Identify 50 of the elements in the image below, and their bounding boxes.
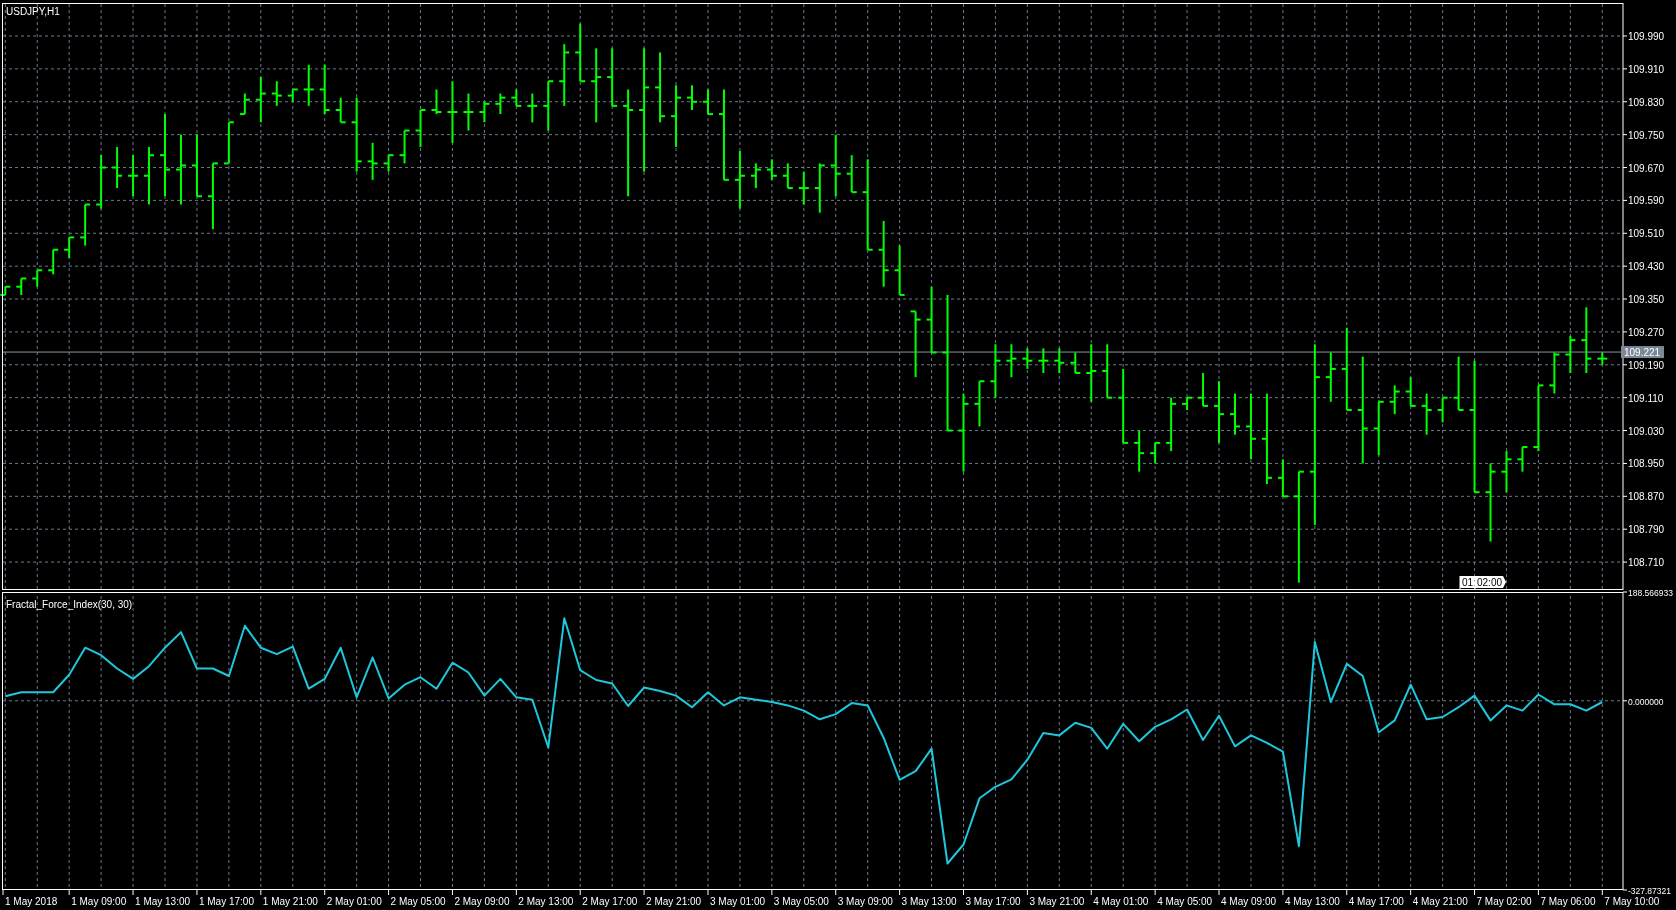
price-axis-label: 109.510 xyxy=(1628,228,1665,240)
symbol-label: USDJPY,H1 xyxy=(6,6,60,17)
price-axis-label: 108.870 xyxy=(1628,491,1665,503)
time-axis-label: 4 May 09:00 xyxy=(1221,896,1277,907)
time-axis-label: 3 May 01:00 xyxy=(710,896,766,907)
time-axis-label: 2 May 21:00 xyxy=(646,896,702,907)
price-axis-label: 109.190 xyxy=(1628,359,1665,371)
price-axis-label: 109.990 xyxy=(1628,31,1665,42)
price-axis-label: 109.430 xyxy=(1628,261,1665,273)
price-axis-label: 109.350 xyxy=(1628,294,1665,306)
time-axis-label: 7 May 10:00 xyxy=(1604,896,1660,907)
time-axis-label: 2 May 09:00 xyxy=(454,896,510,907)
time-axis-label: 3 May 13:00 xyxy=(901,896,957,907)
indicator-axis-label: -327.87321 xyxy=(1628,886,1671,896)
time-axis-label: 1 May 21:00 xyxy=(262,896,318,907)
time-axis-label: 4 May 13:00 xyxy=(1284,896,1340,907)
time-axis-label: 3 May 21:00 xyxy=(1029,896,1085,907)
price-axis-label: 109.030 xyxy=(1628,425,1665,437)
price-axis-label: 109.830 xyxy=(1628,96,1665,108)
time-axis-label: 1 May 2018 xyxy=(5,896,58,907)
time-axis-label: 1 May 09:00 xyxy=(71,896,127,907)
price-axis-label: 108.790 xyxy=(1628,524,1665,536)
time-axis-label: 2 May 17:00 xyxy=(582,896,638,907)
price-axis-label: 109.110 xyxy=(1628,392,1664,404)
price-axis-label: 109.910 xyxy=(1628,63,1665,75)
time-axis-label: 3 May 17:00 xyxy=(965,896,1021,907)
price-axis-label: 109.670 xyxy=(1628,162,1665,174)
time-axis-label: 1 May 13:00 xyxy=(135,896,191,907)
time-axis-label: 3 May 09:00 xyxy=(837,896,893,907)
indicator-axis-label: 0.000000 xyxy=(1628,696,1664,707)
time-axis-label: 4 May 05:00 xyxy=(1157,896,1213,907)
price-axis-label: 109.270 xyxy=(1628,326,1665,338)
price-axis-label: 109.590 xyxy=(1628,195,1665,207)
indicator-axis-label: 188.566933 xyxy=(1628,588,1673,598)
time-axis-label: 4 May 01:00 xyxy=(1093,896,1149,907)
time-marker-flag: 02:00 xyxy=(1474,575,1506,591)
current-price-tag: 109.221 xyxy=(1621,346,1664,359)
time-axis-label: 4 May 21:00 xyxy=(1412,896,1468,907)
price-axis-label: 108.950 xyxy=(1628,458,1665,470)
time-axis-label: 4 May 17:00 xyxy=(1348,896,1404,907)
indicator-title: Fractal_Force_Index(30, 30) xyxy=(6,599,133,610)
time-axis-label: 7 May 02:00 xyxy=(1476,896,1532,907)
time-axis-label: 1 May 17:00 xyxy=(198,896,254,907)
time-axis-label: 2 May 01:00 xyxy=(326,896,382,907)
time-axis-label: 2 May 13:00 xyxy=(518,896,574,907)
price-axis-label: 108.710 xyxy=(1628,557,1665,569)
time-axis-label: 7 May 06:00 xyxy=(1540,896,1596,907)
price-axis-label: 109.750 xyxy=(1628,129,1665,141)
time-axis-label: 2 May 05:00 xyxy=(390,896,446,907)
time-axis-label: 3 May 05:00 xyxy=(773,896,829,907)
